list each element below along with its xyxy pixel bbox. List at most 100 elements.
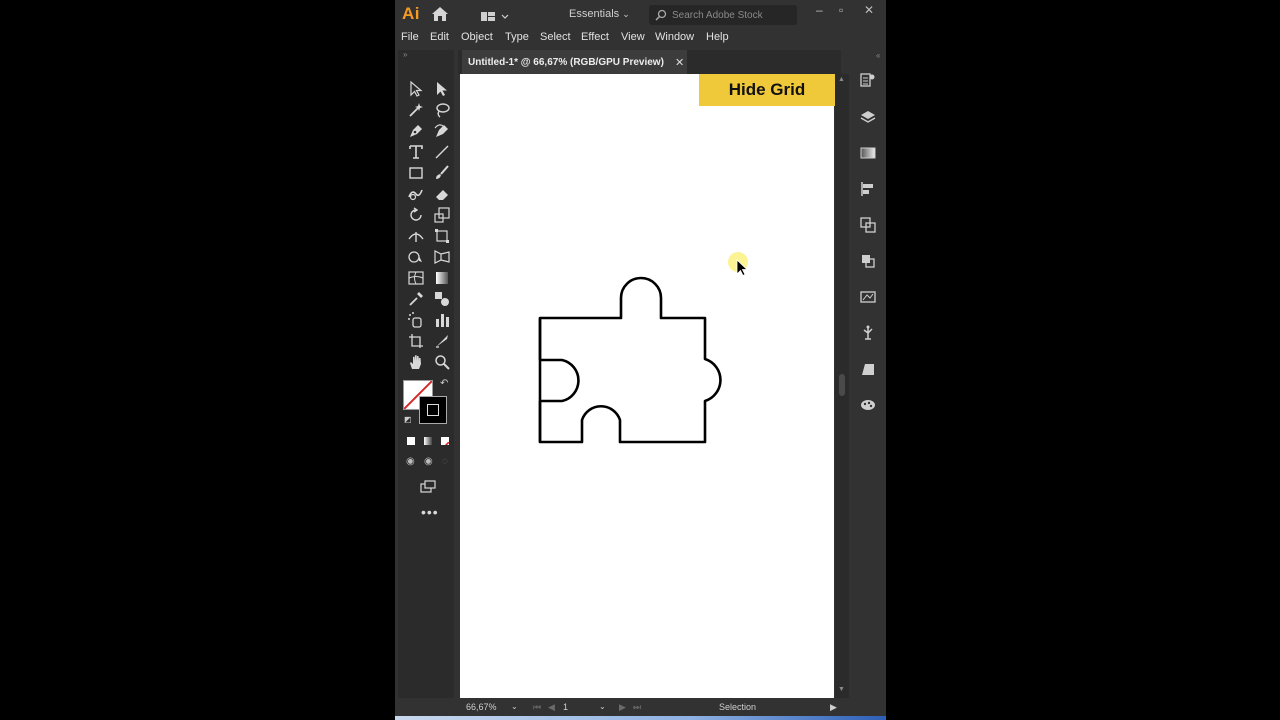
shape-builder-tool-icon[interactable]	[407, 248, 425, 266]
transform-icon[interactable]	[860, 217, 876, 233]
workspace-switcher[interactable]: Essentials ⌄	[569, 8, 630, 20]
workspace-label: Essentials	[569, 8, 620, 20]
symbol-sprayer-tool-icon[interactable]	[407, 311, 425, 329]
eraser-tool-icon[interactable]	[433, 185, 451, 203]
menu-file[interactable]: File	[401, 31, 419, 43]
menu-help[interactable]: Help	[706, 31, 729, 43]
menu-effect[interactable]: Effect	[581, 31, 609, 43]
draw-normal-icon[interactable]: ◉	[406, 456, 415, 467]
close-tab-icon[interactable]: ✕	[675, 56, 684, 69]
home-icon[interactable]	[431, 6, 449, 27]
properties-icon[interactable]	[860, 72, 876, 88]
search-placeholder: Search Adobe Stock	[672, 10, 763, 21]
menu-select[interactable]: Select	[540, 31, 571, 43]
mesh-tool-icon[interactable]	[407, 269, 425, 287]
search-stock-input[interactable]: Search Adobe Stock	[649, 5, 797, 25]
artboard-canvas[interactable]	[460, 74, 834, 698]
column-graph-tool-icon[interactable]	[433, 311, 451, 329]
type-tool-icon[interactable]	[407, 143, 425, 161]
lasso-tool-icon[interactable]	[433, 101, 451, 119]
minimize-button[interactable]: –	[816, 3, 823, 17]
change-screen-mode-icon[interactable]	[419, 478, 437, 496]
illustrator-window: Ai Essentials ⌄ Search Adobe Stock – ▫ ✕…	[395, 0, 886, 720]
panel-dock: «	[850, 51, 886, 705]
magic-wand-tool-icon[interactable]	[407, 101, 425, 119]
color-mode-icon[interactable]	[407, 437, 415, 445]
width-tool-icon[interactable]	[407, 227, 425, 245]
menu-window[interactable]: Window	[655, 31, 694, 43]
tools-panel: » ↶ ◩ ◉ ◉ ◌ •••	[398, 50, 454, 705]
draw-behind-icon[interactable]: ◉	[424, 456, 433, 467]
artboard-number[interactable]: 1	[563, 702, 568, 712]
collapse-panel-icon[interactable]: »	[403, 50, 407, 59]
paintbrush-tool-icon[interactable]	[433, 164, 451, 182]
zoom-tool-icon[interactable]	[433, 353, 451, 371]
scroll-down-icon[interactable]: ▼	[838, 686, 845, 693]
puppet-warp-icon[interactable]	[860, 325, 876, 341]
status-tool-name[interactable]: Selection	[719, 702, 756, 712]
pathfinder-icon[interactable]	[860, 253, 876, 269]
zoom-level[interactable]: 66,67%	[466, 702, 497, 712]
puzzle-piece-artwork[interactable]	[460, 74, 834, 698]
artboard-dropdown-icon[interactable]: ⌄	[599, 702, 606, 711]
previous-artboard-icon[interactable]: ◀	[548, 702, 555, 713]
last-artboard-icon[interactable]: ⏭	[633, 702, 641, 713]
menu-view[interactable]: View	[621, 31, 645, 43]
rectangle-tool-icon[interactable]	[407, 164, 425, 182]
selection-tool-icon[interactable]	[407, 80, 425, 98]
rotate-tool-icon[interactable]	[407, 206, 425, 224]
draw-inside-icon[interactable]: ◌	[442, 456, 448, 467]
free-transform-tool-icon[interactable]	[433, 227, 451, 245]
line-segment-tool-icon[interactable]	[433, 143, 451, 161]
stroke-swatch[interactable]	[419, 396, 447, 424]
hand-tool-icon[interactable]	[407, 353, 425, 371]
close-window-button[interactable]: ✕	[864, 3, 874, 17]
align-icon[interactable]	[860, 181, 876, 197]
direct-selection-tool-icon[interactable]	[433, 80, 451, 98]
pen-tool-icon[interactable]	[407, 122, 425, 140]
gradient-tool-icon[interactable]	[433, 269, 451, 287]
chevron-down-icon: ⌄	[622, 9, 630, 19]
artboard-tool-icon[interactable]	[407, 332, 425, 350]
layers-icon[interactable]	[860, 109, 876, 125]
first-artboard-icon[interactable]: ⏮	[533, 702, 541, 713]
slice-tool-icon[interactable]	[433, 332, 451, 350]
hide-grid-caption: Hide Grid	[699, 74, 835, 106]
menu-bar: File Edit Object Type Select Effect View…	[395, 28, 886, 48]
menu-edit[interactable]: Edit	[430, 31, 449, 43]
gradient-panel-icon[interactable]	[860, 145, 876, 161]
edit-toolbar-icon[interactable]: •••	[421, 504, 439, 520]
perspective-grid-tool-icon[interactable]	[433, 248, 451, 266]
arrange-documents-icon[interactable]	[481, 9, 509, 27]
image-trace-icon[interactable]	[860, 289, 876, 305]
document-tab-bar: Untitled-1* @ 66,67% (RGB/GPU Preview) ✕	[458, 50, 841, 74]
color-guide-icon[interactable]	[860, 397, 876, 413]
default-fill-stroke-icon[interactable]: ◩	[404, 415, 412, 424]
menu-type[interactable]: Type	[505, 31, 529, 43]
eyedropper-tool-icon[interactable]	[407, 290, 425, 308]
shear-icon[interactable]	[860, 361, 876, 377]
app-logo: Ai	[402, 4, 420, 23]
scrollbar-thumb[interactable]	[839, 374, 845, 396]
swap-fill-stroke-icon[interactable]: ↶	[440, 378, 448, 389]
scroll-up-icon[interactable]: ▲	[838, 76, 845, 83]
status-menu-arrow-icon[interactable]: ▶	[830, 702, 837, 713]
next-artboard-icon[interactable]: ▶	[619, 702, 626, 713]
collapse-dock-icon[interactable]: «	[876, 51, 880, 60]
curvature-tool-icon[interactable]	[433, 122, 451, 140]
scale-tool-icon[interactable]	[433, 206, 451, 224]
desktop-taskbar-edge	[395, 716, 886, 720]
maximize-button[interactable]: ▫	[839, 3, 843, 17]
status-bar: 66,67% ⌄ ⏮ ◀ 1 ⌄ ▶ ⏭ Selection ▶	[395, 698, 886, 716]
document-tab[interactable]: Untitled-1* @ 66,67% (RGB/GPU Preview) ✕	[462, 50, 687, 74]
blend-tool-icon[interactable]	[433, 290, 451, 308]
none-mode-icon[interactable]	[441, 437, 449, 445]
gradient-mode-icon[interactable]	[424, 437, 432, 445]
document-tab-title: Untitled-1* @ 66,67% (RGB/GPU Preview)	[468, 57, 664, 68]
shaper-tool-icon[interactable]	[407, 185, 425, 203]
title-bar: Ai Essentials ⌄ Search Adobe Stock – ▫ ✕	[395, 0, 886, 28]
vertical-scrollbar[interactable]: ▲ ▼	[835, 74, 849, 698]
zoom-dropdown-icon[interactable]: ⌄	[511, 702, 518, 711]
cursor-highlight-icon	[728, 252, 749, 277]
menu-object[interactable]: Object	[461, 31, 493, 43]
